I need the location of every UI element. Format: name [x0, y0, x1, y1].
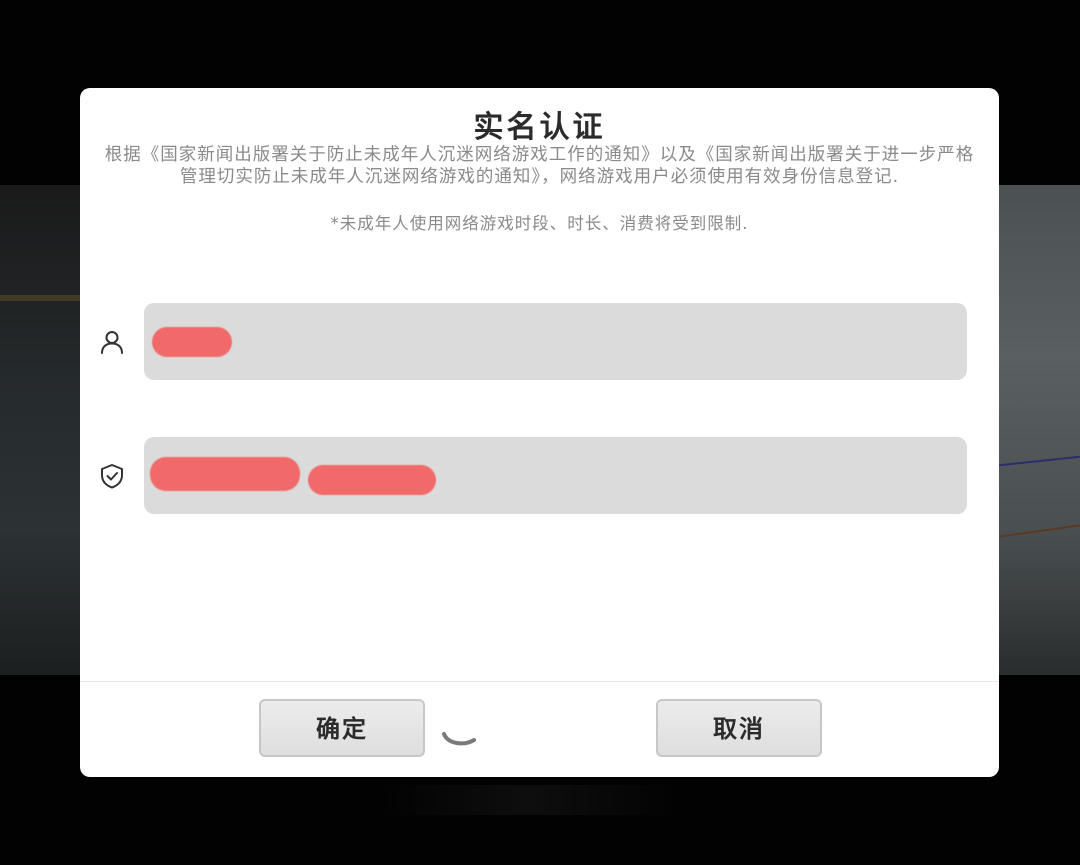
- cancel-button[interactable]: 取消: [656, 699, 822, 757]
- policy-notice: 根据《国家新闻出版署关于防止未成年人沉迷网络游戏工作的通知》以及《国家新闻出版署…: [80, 144, 999, 188]
- background-scene-left: [0, 185, 80, 675]
- shield-check-icon: [101, 464, 123, 489]
- policy-notice-line-1: 根据《国家新闻出版署关于防止未成年人沉迷网络游戏工作的通知》以及《国家新闻出版署…: [104, 145, 975, 165]
- name-input[interactable]: [144, 303, 967, 380]
- footer-divider: [80, 681, 999, 682]
- background-scene-right: [999, 185, 1080, 675]
- background-scene-bottom: [380, 785, 680, 815]
- redacted-id-mark-2: [308, 465, 436, 495]
- user-icon: [101, 331, 123, 354]
- minor-restriction-notice: *未成年人使用网络游戏时段、时长、消费将受到限制.: [330, 214, 749, 233]
- loading-spinner-icon: [442, 732, 476, 746]
- dialog-title: 实名认证: [473, 110, 606, 145]
- screen: 实名认证 根据《国家新闻出版署关于防止未成年人沉迷网络游戏工作的通知》以及《国家…: [0, 0, 1080, 865]
- redacted-name-mark: [152, 327, 232, 357]
- id-number-field-row: [80, 437, 999, 514]
- redacted-id-mark-1: [150, 457, 300, 491]
- policy-notice-line-2: 管理切实防止未成年人沉迷网络游戏的通知》，网络游戏用户必须使用有效身份信息登记.: [179, 167, 900, 187]
- real-name-verification-dialog: 实名认证 根据《国家新闻出版署关于防止未成年人沉迷网络游戏工作的通知》以及《国家…: [80, 88, 999, 777]
- confirm-button[interactable]: 确定: [259, 699, 425, 757]
- name-field-row: [80, 303, 999, 380]
